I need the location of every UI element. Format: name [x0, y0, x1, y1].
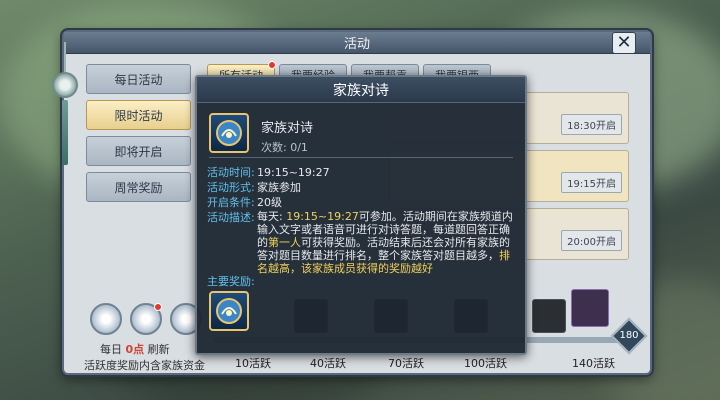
level-label: 70活跃 [388, 357, 424, 370]
reward-item-icon[interactable] [209, 291, 249, 331]
max-activity-badge: 180 [610, 317, 648, 355]
info-value: 19:15~19:27 [257, 166, 330, 179]
max-activity-value: 180 [619, 330, 639, 341]
notification-dot [268, 61, 276, 69]
info-value: 20级 [257, 196, 282, 209]
gear-icon[interactable] [130, 303, 162, 335]
info-key: 活动时间: [207, 166, 255, 179]
reward-chest-icon[interactable] [532, 299, 566, 333]
level-label: 100活跃 [464, 357, 507, 370]
level-label: 10活跃 [235, 357, 271, 370]
nav-label: 即将开启 [114, 144, 163, 159]
info-value: 家族参加 [257, 181, 301, 194]
popup-title: 家族对诗 [197, 77, 525, 103]
nav-label: 每日活动 [114, 72, 163, 87]
activity-scroll-icon [209, 113, 249, 153]
desc-highlight: 19:15~19:27 [286, 210, 359, 223]
info-key: 开启条件: [207, 196, 255, 209]
nav-limited-activities[interactable]: 限时活动 [86, 100, 191, 130]
reward-hint: 活跃度奖励内含家族资金 [84, 359, 205, 372]
level-label: 40活跃 [310, 357, 346, 370]
info-row: 活动形式: 家族参加 [207, 180, 519, 195]
divider [209, 157, 513, 158]
left-nav: 每日活动 限时活动 即将开启 周常奖励 [86, 64, 191, 208]
desc-text: 每天: [257, 210, 287, 223]
activity-description: 每天: 19:15~19:27可参加。活动期间在家族频道内输入文字或者语音可进行… [257, 210, 519, 275]
activity-count: 次数: 0/1 [261, 141, 308, 154]
level-label: 140活跃 [572, 357, 615, 370]
start-time-badge: 20:00开启 [561, 230, 622, 251]
daily-time: 0点 [125, 343, 145, 356]
nav-weekly-rewards[interactable]: 周常奖励 [86, 172, 191, 202]
daily-refresh-text: 每日 0点 刷新 [100, 341, 170, 357]
info-key: 活动描述: [207, 211, 255, 224]
start-time-badge: 18:30开启 [561, 114, 622, 135]
info-row: 开启条件: 20级 [207, 195, 519, 210]
desc-highlight: 第一人 [268, 236, 301, 249]
daily-suffix: 刷新 [147, 343, 170, 356]
nav-label: 限时活动 [114, 108, 163, 123]
info-row: 活动时间: 19:15~19:27 [207, 165, 519, 180]
daily-prefix: 每日 [100, 343, 122, 356]
window-title: 活动 [343, 37, 370, 52]
activity-name: 家族对诗 [261, 121, 314, 136]
reward-chest-icon[interactable] [571, 289, 609, 327]
nav-label: 周常奖励 [114, 180, 163, 195]
main-reward-label: 主要奖励: [207, 275, 255, 288]
calendar-icon[interactable] [90, 303, 122, 335]
start-time-badge: 19:15开启 [561, 172, 622, 193]
nav-upcoming[interactable]: 即将开启 [86, 136, 191, 166]
close-button[interactable]: ✕ [612, 32, 636, 54]
activity-detail-popup: 家族对诗 家族对诗 次数: 0/1 活动时间: 19:15~19:27 活动形式… [195, 75, 527, 355]
notification-dot [154, 303, 162, 311]
jade-pendant-decoration [52, 42, 80, 192]
nav-daily-activities[interactable]: 每日活动 [86, 64, 191, 94]
info-key: 活动形式: [207, 181, 255, 194]
window-titlebar: 活动 [64, 32, 650, 54]
